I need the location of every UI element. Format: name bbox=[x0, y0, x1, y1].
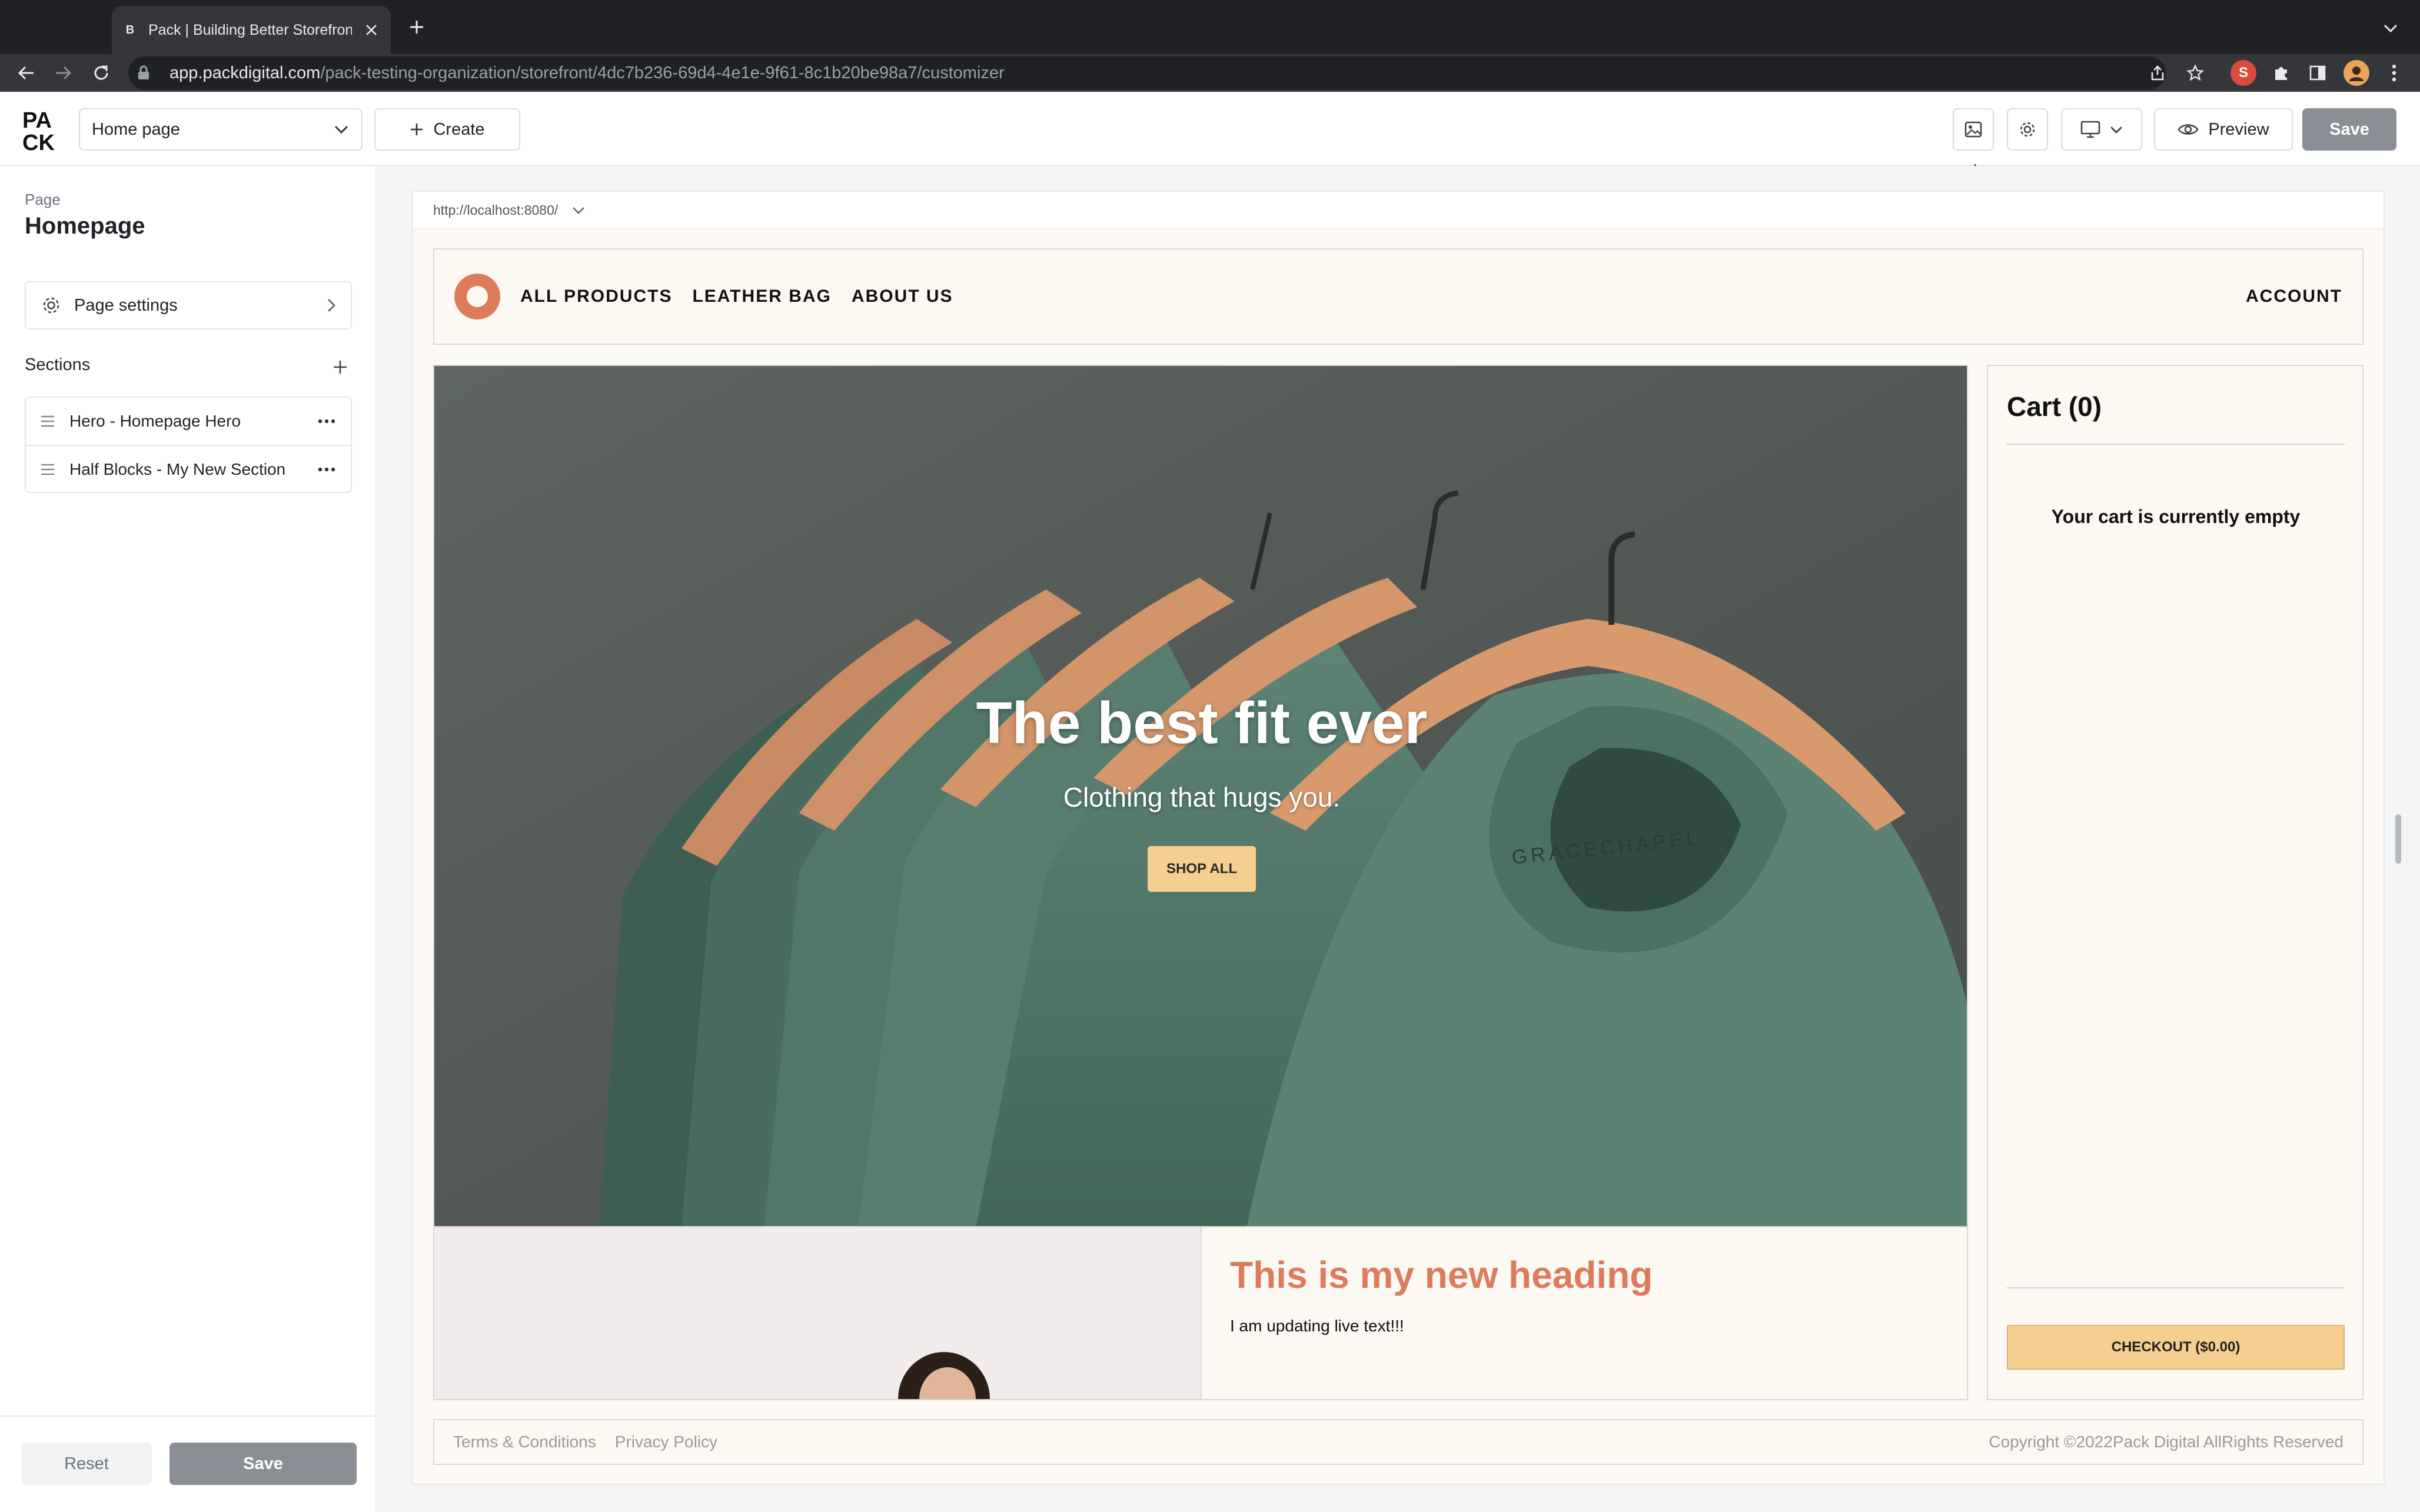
reload-icon[interactable] bbox=[88, 60, 114, 86]
puzzle-icon[interactable] bbox=[2269, 61, 2293, 85]
back-icon[interactable] bbox=[13, 60, 39, 86]
sidebar-save-button[interactable]: Save bbox=[169, 1443, 357, 1485]
star-icon[interactable] bbox=[2183, 61, 2207, 85]
viewport-select[interactable] bbox=[2061, 108, 2142, 151]
drag-handle-icon[interactable] bbox=[40, 415, 55, 428]
footer-link-terms[interactable]: Terms & Conditions bbox=[453, 1433, 596, 1451]
chevron-down-icon bbox=[2110, 126, 2123, 134]
browser-tab[interactable]: B Pack | Building Better Storefronts bbox=[112, 6, 391, 54]
desktop-icon bbox=[2080, 121, 2100, 138]
tab-close-icon[interactable] bbox=[363, 21, 380, 39]
svg-text:PA: PA bbox=[22, 108, 52, 133]
cart-divider-bottom bbox=[2007, 1287, 2345, 1288]
page-title: Homepage bbox=[25, 213, 145, 239]
app-header bbox=[0, 92, 2420, 166]
section-item-label: Hero - Homepage Hero bbox=[69, 412, 241, 430]
nav-link-leather-bag[interactable]: LEATHER BAG bbox=[692, 287, 831, 307]
sections-label: Sections bbox=[25, 355, 91, 374]
storefront-nav: ALL PRODUCTS LEATHER BAG ABOUT US ACCOUN… bbox=[433, 248, 2364, 345]
reset-label: Reset bbox=[64, 1454, 109, 1473]
page-settings-button[interactable]: Page settings bbox=[25, 281, 352, 329]
nav-link-account[interactable]: ACCOUNT bbox=[2246, 287, 2342, 307]
hero-heading: The best fit ever bbox=[976, 690, 1428, 756]
media-button[interactable] bbox=[1953, 108, 1994, 151]
forward-icon[interactable] bbox=[51, 60, 77, 86]
svg-text:CK: CK bbox=[22, 131, 55, 152]
gear-icon bbox=[41, 295, 61, 315]
footer-copyright: Copyright ©2022Pack Digital AllRights Re… bbox=[1989, 1433, 2343, 1451]
pack-logo[interactable]: PA CK bbox=[21, 106, 64, 154]
nav-link-all-products[interactable]: ALL PRODUCTS bbox=[520, 287, 672, 307]
url-path: /pack-testing-organization/storefront/4d… bbox=[320, 63, 1005, 82]
tab-search-chevron-icon[interactable] bbox=[2379, 16, 2402, 40]
tab-title: Pack | Building Better Storefronts bbox=[148, 21, 352, 38]
reset-button[interactable]: Reset bbox=[21, 1443, 152, 1485]
page-select[interactable]: Home page bbox=[79, 108, 363, 151]
share-icon[interactable] bbox=[2146, 61, 2169, 85]
save-button[interactable]: Save bbox=[2302, 108, 2396, 151]
extension-icon[interactable]: S bbox=[2230, 60, 2256, 86]
storefront-logo[interactable] bbox=[454, 274, 500, 319]
drag-handle-icon[interactable] bbox=[40, 463, 55, 476]
shop-all-button[interactable]: SHOP ALL bbox=[1148, 846, 1256, 892]
shop-all-label: SHOP ALL bbox=[1166, 861, 1237, 877]
address-bar[interactable]: app.packdigital.com/pack-testing-organiz… bbox=[128, 56, 2166, 89]
browser-tab-strip: B Pack | Building Better Storefronts bbox=[0, 0, 2420, 54]
preview-label: Preview bbox=[2208, 119, 2269, 139]
new-tab-icon[interactable] bbox=[404, 14, 430, 40]
sidebar-save-label: Save bbox=[243, 1454, 283, 1473]
chevron-right-icon bbox=[327, 298, 335, 312]
page-settings-label: Page settings bbox=[74, 295, 178, 315]
hero-section: GRACECHAPEL The best fit ever Clothing t… bbox=[433, 365, 1968, 1227]
url-host: app.packdigital.com bbox=[169, 63, 321, 82]
ellipsis-icon[interactable] bbox=[318, 467, 335, 472]
cart-drawer: Cart (0) Your cart is currently empty CH… bbox=[1987, 365, 2364, 1400]
ellipsis-icon[interactable] bbox=[318, 419, 335, 424]
profile-avatar[interactable] bbox=[2343, 60, 2369, 86]
half-blocks-section: This is my new heading I am updating liv… bbox=[433, 1227, 1968, 1400]
settings-button[interactable] bbox=[2007, 108, 2048, 151]
lock-icon[interactable] bbox=[133, 62, 154, 84]
section-item-label: Half Blocks - My New Section bbox=[69, 460, 286, 478]
storefront-footer: Terms & Conditions Privacy Policy Copyri… bbox=[433, 1419, 2364, 1465]
nav-link-about-us[interactable]: ABOUT US bbox=[852, 287, 953, 307]
page-label: Page bbox=[25, 191, 61, 208]
half-block-heading: This is my new heading bbox=[1230, 1254, 1653, 1296]
plus-icon bbox=[410, 122, 424, 136]
create-button[interactable]: Create bbox=[374, 108, 520, 151]
half-block-body: I am updating live text!!! bbox=[1230, 1317, 1404, 1335]
footer-link-privacy[interactable]: Privacy Policy bbox=[615, 1433, 717, 1451]
more-icon[interactable] bbox=[2382, 61, 2406, 85]
cart-empty-message: Your cart is currently empty bbox=[2051, 506, 2301, 527]
chevron-down-icon bbox=[572, 207, 585, 214]
preview-button[interactable]: Preview bbox=[2154, 108, 2293, 151]
sections-list: Hero - Homepage Hero Half Blocks - My Ne… bbox=[25, 397, 352, 493]
add-section-plus-icon[interactable] bbox=[328, 355, 352, 379]
image-icon bbox=[1964, 121, 1983, 138]
section-item-half-blocks[interactable]: Half Blocks - My New Section bbox=[26, 446, 351, 493]
eye-icon bbox=[2178, 122, 2199, 136]
hero-subheading: Clothing that hugs you. bbox=[1063, 782, 1341, 812]
section-item-hero[interactable]: Hero - Homepage Hero bbox=[26, 398, 351, 446]
favicon: B bbox=[125, 23, 135, 36]
half-block-image bbox=[434, 1227, 1202, 1399]
checkout-label: CHECKOUT ($0.00) bbox=[2111, 1339, 2241, 1355]
preview-url: http://localhost:8080/ bbox=[433, 202, 559, 218]
cart-divider-top bbox=[2007, 444, 2345, 445]
create-label: Create bbox=[433, 119, 485, 139]
save-label: Save bbox=[2329, 119, 2369, 139]
checkout-button[interactable]: CHECKOUT ($0.00) bbox=[2007, 1325, 2345, 1370]
canvas-scroll-handle[interactable] bbox=[2395, 814, 2401, 864]
preview-url-bar[interactable]: http://localhost:8080/ bbox=[413, 192, 2384, 229]
cart-title: Cart (0) bbox=[2007, 391, 2102, 422]
gear-icon bbox=[2018, 120, 2037, 139]
page-select-value: Home page bbox=[92, 119, 180, 139]
chevron-down-icon bbox=[334, 125, 348, 134]
sidepanel-icon[interactable] bbox=[2306, 61, 2329, 85]
